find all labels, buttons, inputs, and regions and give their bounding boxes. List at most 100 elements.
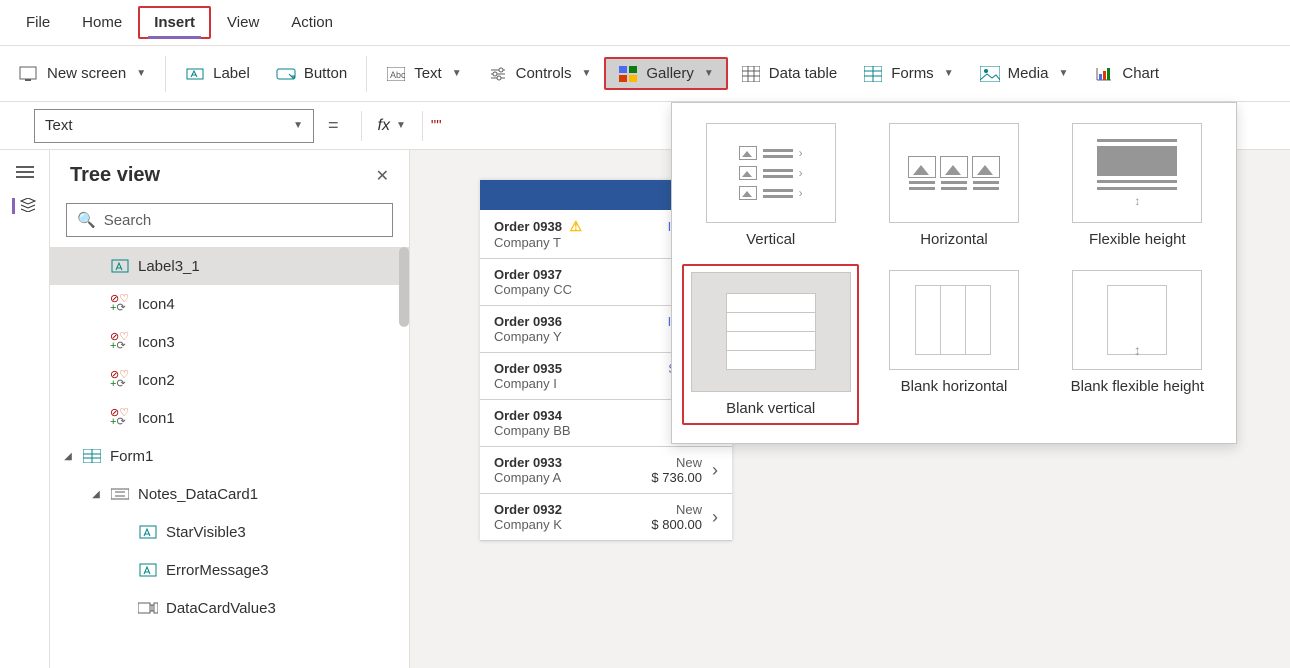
iconset-icon: ⊘♡+⟳ xyxy=(110,409,130,427)
gallery-option-blankh[interactable]: Blank horizontal xyxy=(865,264,1042,425)
gallery-option-label: Horizontal xyxy=(920,231,988,248)
tree-item[interactable]: ⊘♡+⟳Icon4 xyxy=(50,285,409,323)
order-list-item[interactable]: Order 0932Company KNew$ 800.00› xyxy=(480,494,732,541)
menu-action[interactable]: Action xyxy=(275,4,349,41)
gallery-label: Gallery xyxy=(646,65,694,82)
controls-icon xyxy=(488,66,508,82)
gallery-dropdown: ››› Vertical Horizontal ↕Flexible height Bla… xyxy=(671,102,1237,444)
order-company: Company K xyxy=(494,517,651,532)
new-screen-button[interactable]: New screen ▼ xyxy=(6,58,159,89)
chevron-right-icon: › xyxy=(708,460,722,481)
gallery-option-blankv[interactable]: Blank vertical xyxy=(682,264,859,425)
order-status: New xyxy=(651,502,702,517)
order-company: Company BB xyxy=(494,423,676,438)
order-list-item[interactable]: Order 0933Company ANew$ 736.00› xyxy=(480,447,732,494)
tree-item-label: Icon1 xyxy=(138,410,175,427)
form-icon xyxy=(82,449,102,463)
gallery-option-horizontal[interactable]: Horizontal xyxy=(865,117,1042,254)
gallery-option-flex[interactable]: ↕Flexible height xyxy=(1049,117,1226,254)
tree-item[interactable]: StarVisible3 xyxy=(50,513,409,551)
warning-icon: ⚠ xyxy=(570,218,583,234)
controls-button[interactable]: Controls ▼ xyxy=(475,58,605,89)
tree-item[interactable]: ◢ Form1 xyxy=(50,437,409,475)
data-table-label: Data table xyxy=(769,65,837,82)
left-rail xyxy=(0,150,50,668)
order-price: $ 800.00 xyxy=(651,517,702,532)
order-title: Order 0937 xyxy=(494,267,673,282)
gallery-thumb xyxy=(691,272,851,392)
media-icon xyxy=(980,66,1000,82)
forms-button[interactable]: Forms ▼ xyxy=(850,58,966,89)
datacard-icon xyxy=(110,487,130,501)
iconset-icon: ⊘♡+⟳ xyxy=(110,333,130,351)
tree-item-label: Form1 xyxy=(110,448,153,465)
gallery-option-label: Flexible height xyxy=(1089,231,1186,248)
search-placeholder: Search xyxy=(104,212,152,229)
close-icon[interactable]: ✕ xyxy=(376,166,389,186)
order-company: Company A xyxy=(494,470,651,485)
chart-icon xyxy=(1094,66,1114,82)
tree-view-panel: Tree view ✕ 🔍 Search Label3_1⊘♡+⟳Icon4⊘♡… xyxy=(50,150,410,668)
tree-item[interactable]: ⊘♡+⟳ Icon1 xyxy=(50,399,409,437)
tree-item[interactable]: ⊘♡+⟳ Icon3 xyxy=(50,323,409,361)
property-selector[interactable]: Text ▼ xyxy=(34,109,314,143)
chart-button[interactable]: Chart xyxy=(1081,58,1172,89)
gallery-option-blankf[interactable]: ↕Blank flexible height xyxy=(1049,264,1226,425)
gallery-option-label: Blank vertical xyxy=(726,400,815,417)
order-company: Company T xyxy=(494,235,668,250)
caret-icon: ◢ xyxy=(90,489,102,500)
tree-list: Label3_1⊘♡+⟳Icon4⊘♡+⟳Icon3⊘♡+⟳Icon2⊘♡+⟳I… xyxy=(50,247,409,627)
tree-item[interactable]: ErrorMessage3 xyxy=(50,551,409,589)
hamburger-icon[interactable] xyxy=(16,166,34,178)
fx-label: fx xyxy=(378,117,390,135)
ribbon: New screen ▼ Label Button Abc Text ▼ Con… xyxy=(0,46,1290,102)
media-button[interactable]: Media ▼ xyxy=(967,58,1082,89)
gallery-option-vertical[interactable]: ››› Vertical xyxy=(682,117,859,254)
controls-label: Controls xyxy=(516,65,572,82)
gallery-option-label: Vertical xyxy=(746,231,795,248)
order-title: Order 0934 xyxy=(494,408,676,423)
property-value: Text xyxy=(45,117,73,134)
tree-item[interactable]: Label3_1 xyxy=(50,247,409,285)
tree-item[interactable]: ⊘♡+⟳Icon2 xyxy=(50,361,409,399)
tree-scrollbar[interactable] xyxy=(399,247,409,327)
forms-label: Forms xyxy=(891,65,934,82)
menu-view[interactable]: View xyxy=(211,4,275,41)
chevron-down-icon: ▼ xyxy=(944,68,954,79)
text-button[interactable]: Abc Text ▼ xyxy=(373,58,474,89)
caret-icon: ◢ xyxy=(62,451,74,462)
button-button[interactable]: Button xyxy=(263,58,360,89)
label-button[interactable]: Label xyxy=(172,58,263,89)
tree-search-input[interactable]: 🔍 Search xyxy=(66,203,393,237)
tree-item-label: Notes_DataCard1 xyxy=(138,486,258,503)
tree-item-label: Icon3 xyxy=(138,334,175,351)
tree-item[interactable]: DataCardValue3 xyxy=(50,589,409,627)
tree-view-icon[interactable] xyxy=(12,198,34,214)
iconset-icon: ⊘♡+⟳ xyxy=(110,295,130,313)
fx-button[interactable]: fx ▼ xyxy=(370,117,414,135)
tree-item-label: ErrorMessage3 xyxy=(166,562,269,579)
chevron-down-icon: ▼ xyxy=(293,120,303,131)
gallery-thumb xyxy=(889,123,1019,223)
gallery-icon xyxy=(618,66,638,82)
order-company: Company I xyxy=(494,376,668,391)
label-icon xyxy=(185,66,205,82)
menu-file[interactable]: File xyxy=(10,4,66,41)
separator xyxy=(165,56,166,92)
data-table-button[interactable]: Data table xyxy=(728,58,850,89)
equals-sign: = xyxy=(314,115,353,136)
gallery-option-label: Blank horizontal xyxy=(901,378,1008,395)
gallery-button[interactable]: Gallery ▼ xyxy=(604,57,727,90)
tree-item[interactable]: ◢ Notes_DataCard1 xyxy=(50,475,409,513)
tree-item-label: Icon2 xyxy=(138,372,175,389)
order-company: Company CC xyxy=(494,282,673,297)
menu-home[interactable]: Home xyxy=(66,4,138,41)
formula-input[interactable]: "" xyxy=(431,117,442,134)
chevron-down-icon: ▼ xyxy=(581,68,591,79)
gallery-thumb: ››› xyxy=(706,123,836,223)
order-status: New xyxy=(651,455,702,470)
tree-item-label: StarVisible3 xyxy=(166,524,246,541)
label-label: Label xyxy=(213,65,250,82)
menu-insert[interactable]: Insert xyxy=(138,6,211,39)
separator xyxy=(361,111,362,141)
